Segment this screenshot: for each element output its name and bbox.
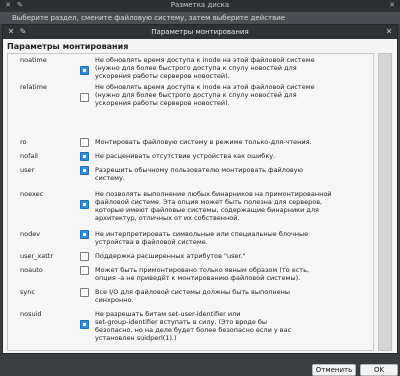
option-checkbox[interactable] [80,152,89,161]
pin-icon[interactable]: ✎ [16,1,24,9]
option-checkbox[interactable] [80,230,89,239]
option-name: noatime [20,56,47,64]
option-checkbox[interactable] [80,288,89,297]
option-description: Все I/O для файловой системы должны быть… [95,288,290,304]
option-name: noauto [20,266,43,274]
option-name: relatime [20,83,48,91]
options-list[interactable]: noatime Не обновлять время доступа к ino… [7,53,374,351]
option-checkbox[interactable] [80,200,89,209]
close-icon[interactable]: ✕ [7,28,15,36]
option-checkbox[interactable] [80,66,89,75]
pin-icon[interactable]: ✎ [19,28,27,36]
option-description: Не разрешать битам set-user-identifier и… [95,310,292,342]
option-checkbox[interactable] [80,93,89,102]
option-description: Не обновлять время доступа к inode на эт… [95,83,315,107]
option-description: Не позволять выполнение любых бинарников… [95,190,332,222]
option-name: nosuid [20,310,42,318]
close-icon[interactable]: ✕ [388,1,396,9]
scrollbar[interactable] [378,53,392,351]
option-description: Поддержка расширенных атрибутов "user." [95,252,246,260]
dialog-title: Параметры монтирования [151,28,249,36]
option-name: nodev [20,230,41,238]
background-window: Разметка диска ✕ ✎ ✕ Выберите раздел, см… [0,0,400,24]
option-checkbox[interactable] [80,252,89,261]
option-description: Не интерпретировать символьные или специ… [95,230,309,246]
close-icon[interactable]: ✕ [385,28,393,36]
background-hint: Выберите раздел, смените файловую систем… [0,12,400,24]
option-checkbox[interactable] [80,266,89,275]
option-name: noexec [20,190,44,198]
cancel-button[interactable]: Отменить [312,364,356,376]
option-description: Разрешить обычному пользователю монтиров… [95,166,304,182]
option-checkbox[interactable] [80,138,89,147]
option-description: Может быть примонтировано только явным о… [95,266,309,282]
option-name: nofail [20,152,38,160]
option-description: Монтировать файловую систему в режиме то… [95,138,312,146]
option-description: Не расценивать отсутствие устройства как… [95,152,276,160]
background-window-title: Разметка диска [0,0,400,10]
option-name: ro [20,138,27,146]
section-heading: Параметры монтирования [7,42,129,51]
option-name: sync [20,288,35,296]
ok-button[interactable]: OK [360,364,398,376]
option-checkbox[interactable] [80,166,89,175]
mount-options-dialog: ✕ ✎ Параметры монтирования ✕ Параметры м… [2,24,398,376]
option-name: user [20,166,35,174]
option-checkbox[interactable] [80,320,89,329]
dialog-titlebar: ✕ ✎ Параметры монтирования ✕ [3,25,397,39]
close-icon[interactable]: ✕ [4,1,12,9]
option-name: user_xattr [20,252,54,260]
option-description: Не обновлять время доступа к inode на эт… [95,56,315,80]
